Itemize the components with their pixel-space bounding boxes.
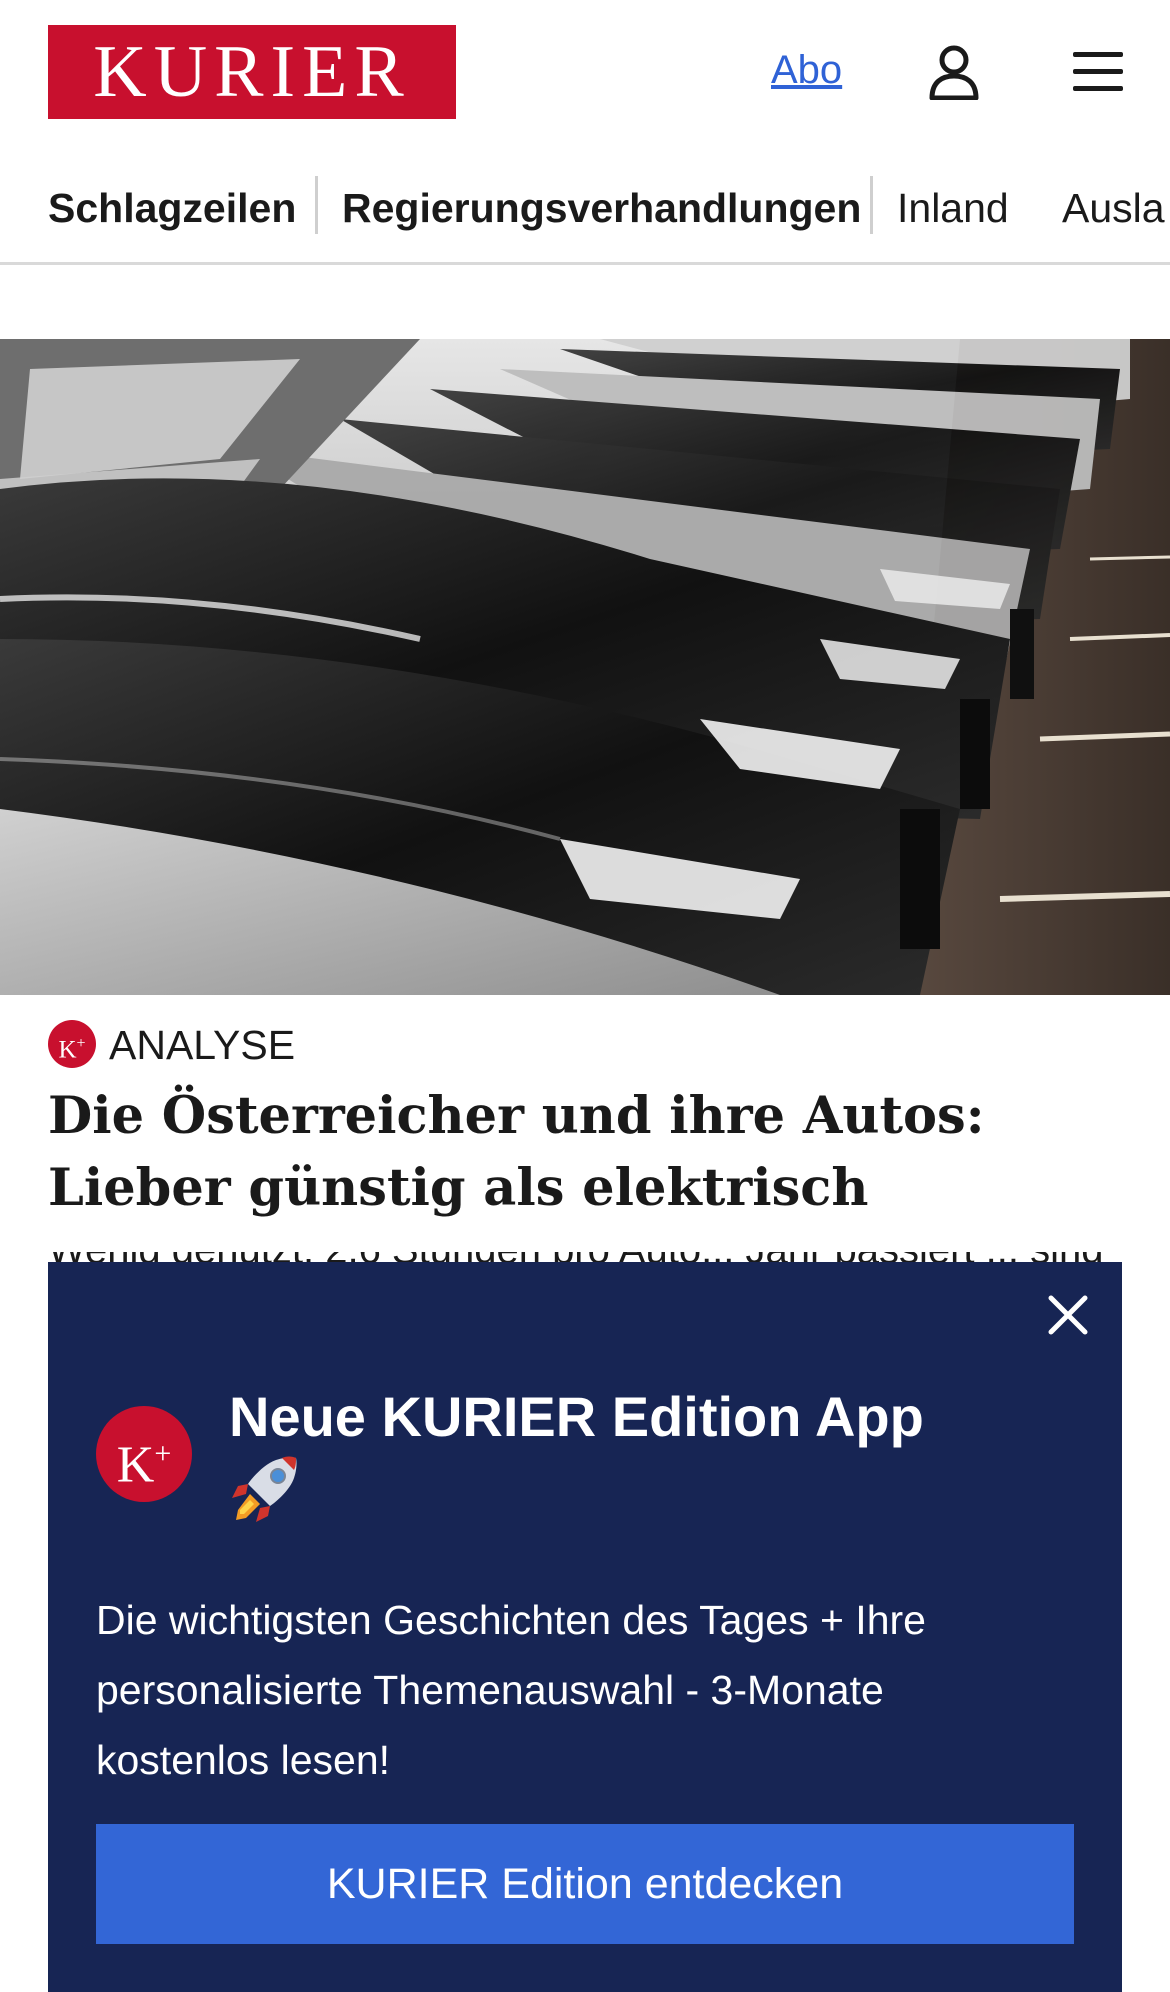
- close-icon[interactable]: [1046, 1293, 1090, 1337]
- article-lead-peek: Wenig genutzt: 2,6 Stunden pro Auto... J…: [48, 1252, 1108, 1262]
- nav-item-ausland[interactable]: Ausla: [1062, 178, 1165, 238]
- hamburger-menu-icon[interactable]: [1071, 49, 1125, 95]
- nav-divider: [870, 176, 873, 234]
- article-headline[interactable]: Die Österreicher und ihre Autos: Lieber …: [48, 1080, 1122, 1224]
- nav-item-inland[interactable]: Inland: [897, 178, 1009, 238]
- kurier-logo[interactable]: KURIER: [48, 25, 456, 119]
- nav-divider: [315, 176, 318, 234]
- nav-item-regierungsverhandlungen[interactable]: Regierungsverhandlungen: [342, 178, 861, 238]
- promo-title: Neue KURIER Edition App: [229, 1385, 924, 1448]
- user-icon[interactable]: [928, 44, 980, 101]
- kplus-badge: K+: [48, 1020, 96, 1068]
- promo-body: Die wichtigsten Geschichten des Tages + …: [96, 1597, 926, 1783]
- section-nav: Schlagzeilen Regierungsverhandlungen Inl…: [0, 154, 1170, 265]
- article-hero-image[interactable]: [0, 339, 1170, 995]
- nav-item-schlagzeilen[interactable]: Schlagzeilen: [48, 178, 296, 238]
- rocket-icon: [230, 1452, 302, 1524]
- kplus-app-badge: K+: [96, 1406, 192, 1502]
- site-header: KURIER Abo: [0, 0, 1170, 140]
- discover-edition-button[interactable]: KURIER Edition entdecken: [96, 1824, 1074, 1944]
- kicker-label: ANALYSE: [109, 1022, 296, 1068]
- abo-link[interactable]: Abo: [771, 48, 842, 93]
